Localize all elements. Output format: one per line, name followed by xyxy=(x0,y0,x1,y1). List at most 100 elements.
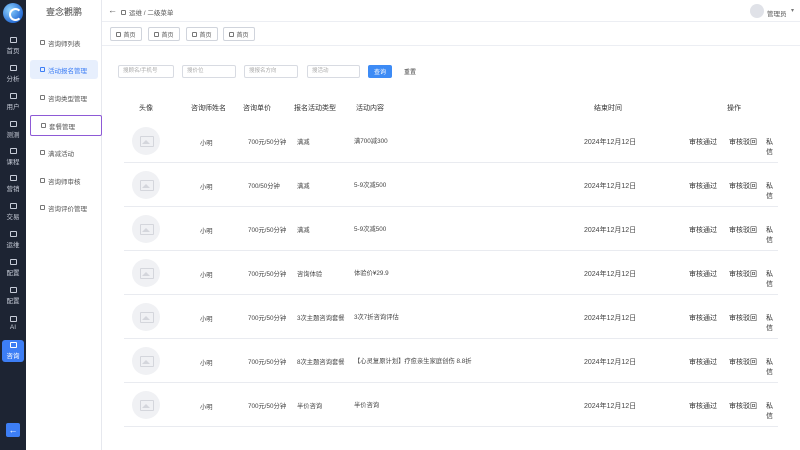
table-row: 小明 700元/50分钟 3次主题咨询套餐 3次7折咨询评估 2024年12月12日 审核… xyxy=(124,295,778,339)
message-button[interactable]: 私信 xyxy=(766,137,778,157)
reject-button[interactable]: 审核驳回 xyxy=(729,137,757,147)
rail-item-label: 测测 xyxy=(6,132,20,139)
tab-icon xyxy=(229,31,235,37)
menu-item[interactable]: 咨询师列表 xyxy=(30,33,98,52)
message-button[interactable]: 私信 xyxy=(766,181,778,201)
activity-content: 满700减300 xyxy=(354,138,388,145)
rail-item[interactable]: 用户 xyxy=(2,91,24,113)
activity-content: 半价咨询 xyxy=(354,402,380,409)
end-time: 2024年12月12日 xyxy=(584,183,637,190)
rail-icon xyxy=(9,65,17,71)
table-row: 小明 700元/50分钟 满减 满700减300 2024年12月12日 审核通过 审核驳回… xyxy=(124,119,778,163)
tab-icon xyxy=(154,31,160,37)
activity-content: 3次7折咨询评估 xyxy=(354,314,399,321)
reject-button[interactable]: 审核驳回 xyxy=(729,401,757,411)
rail-item[interactable]: 配置 xyxy=(2,257,24,279)
menu-item[interactable]: 活动报名管理 xyxy=(30,60,98,79)
reject-button[interactable]: 审核驳回 xyxy=(729,313,757,323)
table-row: 小明 700/50分钟 满减 5-9次减500 2024年12月12日 审核通过 审核驳回私… xyxy=(124,163,778,207)
rail-item[interactable]: 首页 xyxy=(2,35,24,57)
end-time: 2024年12月12日 xyxy=(584,403,637,410)
menu-title: 壹念觀鹏 xyxy=(45,7,82,17)
approve-button[interactable]: 审核通过 xyxy=(689,181,717,191)
approve-button[interactable]: 审核通过 xyxy=(689,225,717,235)
menu-item-label: 咨询类型管理 xyxy=(48,95,87,103)
menu-item-label: 咨询师审核 xyxy=(48,178,81,186)
rail-item[interactable]: 分析 xyxy=(2,63,24,85)
approve-button[interactable]: 审核通过 xyxy=(689,357,717,367)
message-button[interactable]: 私信 xyxy=(766,313,778,333)
table-row: 小明 700元/50分钟 半价咨询 半价咨询 2024年12月12日 审核通过 审核驳回 私信 xyxy=(124,383,778,427)
menu-item[interactable]: 满减活动 xyxy=(30,143,98,162)
rail-item[interactable]: AI xyxy=(2,312,24,334)
end-time: 2024年12月12日 xyxy=(584,139,637,146)
activity-content: 【心灵复原计划】疗愈亲生家庭创伤 8.8折 xyxy=(354,358,472,365)
rail-item[interactable]: 配置 xyxy=(2,285,24,307)
menu-item[interactable]: 咨询评价管理 xyxy=(30,198,98,217)
tab-home-2[interactable]: 首页 xyxy=(148,27,180,41)
message-button[interactable]: 私信 xyxy=(766,269,778,289)
rail-item-label: 交易 xyxy=(6,214,20,221)
table-row: 小明 700元/50分钟 8次主题咨询套餐 【心灵复原计划】疗愈亲生家庭创伤 8.8折… xyxy=(124,339,778,383)
reject-button[interactable]: 审核驳回 xyxy=(729,357,757,367)
table-row: 小明 700元/50分钟 咨询体验 体验价¥29.9 2024年12月12日 审核通过 审核… xyxy=(124,251,778,295)
rail-icon xyxy=(9,342,17,348)
end-time: 2024年12月12日 xyxy=(584,359,637,366)
message-button[interactable]: 私信 xyxy=(766,357,778,377)
menu-item-icon xyxy=(41,123,46,128)
rail-item[interactable]: 交易 xyxy=(2,201,24,223)
tab-home-4[interactable]: 首页 xyxy=(223,27,255,41)
approve-button[interactable]: 审核通过 xyxy=(689,401,717,411)
menu-item-icon xyxy=(40,150,45,155)
end-time: 2024年12月12日 xyxy=(584,227,637,234)
collapse-icon[interactable]: ← xyxy=(6,423,20,437)
name-search-input[interactable]: 搜顾名/手机号 xyxy=(118,65,174,78)
menu-item[interactable]: 咨询类型管理 xyxy=(30,88,98,107)
rail-item-label: 咨询 xyxy=(6,353,20,360)
content-search-input[interactable]: 搜活动 xyxy=(307,65,360,78)
main-card: 搜顾名/手机号 搜价位 搜报名方向 搜活动 查询 重置 头像 咨询师姓名 咨询单… xyxy=(102,46,800,450)
rail-item-label: AI xyxy=(9,323,17,331)
rail-item[interactable]: 营销 xyxy=(2,173,24,195)
tab-label: 首页 xyxy=(123,32,136,39)
chevron-down-icon[interactable]: ▾ xyxy=(791,7,794,14)
approve-button[interactable]: 审核通过 xyxy=(689,269,717,279)
breadcrumb-text: 运维 / 二级菜单 xyxy=(129,10,174,17)
rail-item-label: 运维 xyxy=(6,242,20,249)
type-search-input[interactable]: 搜报名方向 xyxy=(244,65,298,78)
tab-home-3[interactable]: 首页 xyxy=(186,27,218,41)
avatar[interactable] xyxy=(750,4,764,18)
tab-icon xyxy=(116,31,122,37)
rail-item[interactable]: 咨询 xyxy=(2,340,24,362)
menu-item-label: 套餐管理 xyxy=(49,123,75,131)
approve-button[interactable]: 审核通过 xyxy=(689,313,717,323)
rail-icon xyxy=(9,175,17,181)
reject-button[interactable]: 审核驳回 xyxy=(729,225,757,235)
breadcrumb-icon xyxy=(121,9,126,15)
reject-button[interactable]: 审核驳回 xyxy=(729,269,757,279)
tab-home-1[interactable]: 首页 xyxy=(110,27,142,41)
message-button[interactable]: 私信 xyxy=(766,225,778,245)
search-button[interactable]: 查询 xyxy=(368,65,392,78)
header-end-time: 结束时间 xyxy=(594,105,622,112)
header-price: 咨询单价 xyxy=(243,105,271,112)
reset-button[interactable]: 重置 xyxy=(398,65,422,78)
reject-button[interactable]: 审核驳回 xyxy=(729,181,757,191)
menu-item-icon xyxy=(40,40,45,45)
rail-item[interactable]: 测测 xyxy=(2,119,24,141)
price-search-input[interactable]: 搜价位 xyxy=(182,65,236,78)
rail-item[interactable]: 运维 xyxy=(2,229,24,251)
rail-item-label: 首页 xyxy=(6,48,20,55)
approve-button[interactable]: 审核通过 xyxy=(689,137,717,147)
menu-item-label: 满减活动 xyxy=(48,150,74,158)
user-name[interactable]: 管理员 xyxy=(767,8,787,18)
menu-item[interactable]: 套餐管理 xyxy=(30,115,102,136)
rail-icon xyxy=(9,231,17,237)
tab-icon xyxy=(192,31,198,37)
rail-icon xyxy=(9,37,17,43)
rail-item[interactable]: 课程 xyxy=(2,146,24,168)
menu-item[interactable]: 咨询师审核 xyxy=(30,171,98,190)
icon-rail: 首页 分析 用户 测测 课程 营销 交易 运维 配置 配置 AI 咨询 ← xyxy=(0,0,26,450)
back-icon[interactable]: ← xyxy=(108,5,117,15)
message-button[interactable]: 私信 xyxy=(766,401,778,421)
